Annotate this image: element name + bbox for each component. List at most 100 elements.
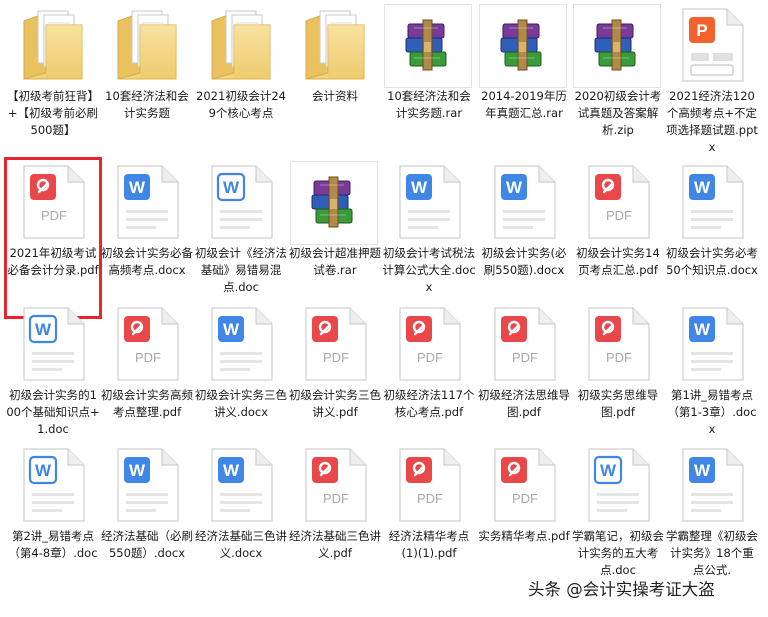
file-name-label: 初级会计超准押题试卷.rar [289,246,381,277]
file-item[interactable]: 2021初级会计249个核心考点 [194,2,288,160]
file-name-label: 初级会计实务三色讲义.docx [195,388,287,419]
svg-text:W: W [694,178,711,197]
file-name-label: 初级会计实务三色讲义.pdf [289,388,381,419]
file-name-label: 初级会计实务高频考点整理.pdf [101,388,193,419]
file-item[interactable]: PDF 初级会计实务高频考点整理.pdf [100,301,194,459]
file-name-label: 初级会计实务必考50个知识点.docx [666,246,758,277]
file-name-label: 初级经济法117个核心考点.pdf [383,388,475,419]
pdf-file-icon: PDF [391,446,467,524]
file-name-label: 经济法基础三色讲义.docx [195,529,287,560]
file-item[interactable]: 初级会计超准押题试卷.rar [288,159,382,317]
svg-text:W: W [506,178,523,197]
rar-archive-icon [384,4,472,88]
file-name-label: 【初级考前狂背】+【初级考前必刷500题】 [7,89,99,137]
file-name-label: 经济法基础（必刷550题）.docx [101,529,193,560]
svg-text:PDF: PDF [606,350,632,365]
svg-text:P: P [696,21,707,40]
word-file-icon: W [674,305,750,383]
svg-text:W: W [129,178,146,197]
file-name-label: 10套经济法和会计实务题 [105,89,189,120]
file-item[interactable]: 2014-2019年历年真题汇总.rar [477,2,571,160]
watermark: 头条 @会计实操考证大盗 [528,580,715,599]
file-item[interactable]: 10套经济法和会计实务题 [100,2,194,160]
file-item[interactable]: 10套经济法和会计实务题.rar [382,2,476,160]
file-item[interactable]: W 第2讲_易错考点（第4-8章）.doc [6,442,100,600]
svg-text:PDF: PDF [606,208,632,223]
file-name-label: 第2讲_易错考点（第4-8章）.doc [8,529,98,560]
svg-text:PDF: PDF [135,350,161,365]
file-name-label: 初级经济法思维导图.pdf [478,388,570,419]
svg-text:PDF: PDF [323,491,349,506]
svg-text:W: W [411,178,428,197]
file-name-label: 初级会计实务14页考点汇总.pdf [576,246,660,277]
file-item[interactable]: W 初级会计实务必考50个知识点.docx [665,159,759,317]
file-item[interactable]: P 2021经济法120个高频考点+不定项选择题试题.pptx [665,2,759,160]
pdf-file-icon: PDF [580,163,656,241]
file-item[interactable]: W 经济法基础（必刷550题）.docx [100,442,194,600]
file-name-label: 初级会计实务(必刷550题).docx [481,246,567,277]
file-name-label: 10套经济法和会计实务题.rar [387,89,471,120]
svg-text:W: W [35,461,52,480]
file-item[interactable]: W 初级会计实务必备高频考点.docx [100,159,194,317]
file-item[interactable]: PDF 经济法基础三色讲义.pdf [288,442,382,600]
folder-icon [297,6,373,84]
pdf-file-icon: PDF [486,446,562,524]
file-name-label: 学霸笔记，初级会计实务的五大考点.doc [572,529,664,577]
file-name-label: 第1讲_易错考点（第1-3章）.docx [667,388,757,436]
svg-text:PDF: PDF [417,491,443,506]
file-name-label: 2021年初级考试必备会计分录.pdf [7,246,99,277]
file-item[interactable]: PDF 初级会计实务14页考点汇总.pdf [571,159,665,317]
svg-text:PDF: PDF [512,491,538,506]
svg-text:W: W [35,320,52,339]
word-file-icon: W [486,163,562,241]
pdf-file-icon: PDF [297,305,373,383]
file-name-label: 初级实务思维导图.pdf [577,388,659,419]
file-name-label: 初级会计考试税法计算公式大全.docx [382,246,476,294]
folder-icon [203,6,279,84]
file-name-label: 2020初级会计考试真题及答案解析.zip [574,89,662,137]
file-name-label: 初级会计《经济法基础》易错易混点.doc [195,246,287,294]
file-name-label: 2021经济法120个高频考点+不定项选择题试题.pptx [666,89,758,154]
word-file-icon: W [15,305,91,383]
word-file-icon: W [15,446,91,524]
file-name-label: 2021初级会计249个核心考点 [196,89,286,120]
pdf-file-icon: PDF [486,305,562,383]
file-name-label: 实务精华考点.pdf [478,529,570,543]
file-item[interactable]: PDF 2021年初级考试必备会计分录.pdf [4,157,102,319]
file-item[interactable]: PDF 初级经济法117个核心考点.pdf [382,301,476,459]
file-item[interactable]: PDF 经济法精华考点(1)(1).pdf [382,442,476,600]
file-item[interactable]: W 初级会计实务三色讲义.docx [194,301,288,459]
svg-text:PDF: PDF [41,208,67,223]
file-grid: 【初级考前狂背】+【初级考前必刷500题】 10套经济法和会计实务题 2021初… [0,0,768,617]
rar-archive-icon [479,4,567,88]
file-item[interactable]: 【初级考前狂背】+【初级考前必刷500题】 [6,2,100,160]
file-item[interactable]: PDF 初级经济法思维导图.pdf [477,301,571,459]
pdf-file-icon: PDF [580,305,656,383]
file-item[interactable]: 2020初级会计考试真题及答案解析.zip [571,2,665,160]
rar-archive-icon [573,4,661,88]
file-item[interactable]: 会计资料 [288,2,382,160]
file-name-label: 会计资料 [312,89,358,103]
svg-text:W: W [223,178,240,197]
file-item[interactable]: W 初级会计考试税法计算公式大全.docx [382,159,476,317]
word-file-icon: W [109,163,185,241]
file-name-label: 学霸整理《初级会计实务》18个重点公式. [666,529,758,577]
file-name-label: 2014-2019年历年真题汇总.rar [481,89,567,120]
pdf-file-icon: PDF [109,305,185,383]
svg-text:PDF: PDF [417,350,443,365]
pdf-file-icon: PDF [391,305,467,383]
svg-text:W: W [694,320,711,339]
file-item[interactable]: W 初级会计《经济法基础》易错易混点.doc [194,159,288,317]
file-item[interactable]: W 经济法基础三色讲义.docx [194,442,288,600]
file-item[interactable]: W 初级会计实务的100个基础知识点+1.doc [6,301,100,459]
file-item[interactable]: PDF 初级实务思维导图.pdf [571,301,665,459]
svg-text:W: W [223,461,240,480]
word-file-icon: W [674,446,750,524]
file-item[interactable]: W 第1讲_易错考点（第1-3章）.docx [665,301,759,459]
word-file-icon: W [203,446,279,524]
file-item[interactable]: PDF 初级会计实务三色讲义.pdf [288,301,382,459]
file-item[interactable]: W 初级会计实务(必刷550题).docx [477,159,571,317]
word-file-icon: W [391,163,467,241]
word-file-icon: W [109,446,185,524]
folder-icon [15,6,91,84]
